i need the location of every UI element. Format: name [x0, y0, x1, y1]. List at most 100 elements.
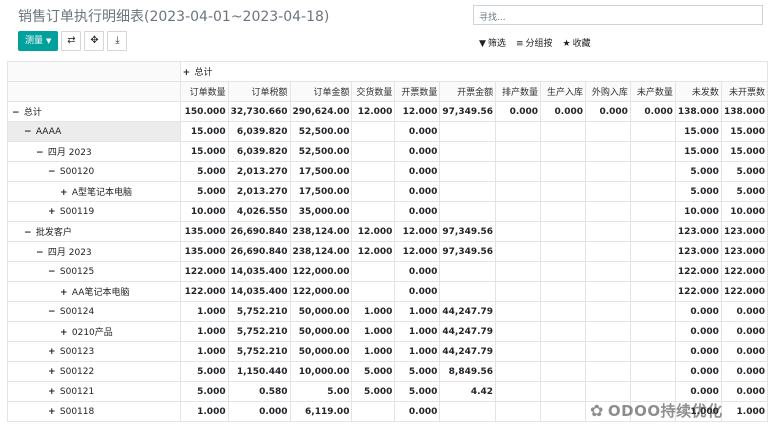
pivot-cell[interactable] — [584, 161, 631, 182]
pivot-cell[interactable] — [540, 401, 586, 422]
pivot-cell[interactable]: 1.000 — [179, 341, 229, 362]
pivot-cell[interactable]: 122,000.00 — [289, 261, 353, 282]
pivot-cell[interactable]: 135.000 — [179, 241, 229, 262]
pivot-cell[interactable] — [540, 261, 586, 282]
pivot-cell[interactable]: 0.000 — [629, 101, 676, 122]
measure-header[interactable]: 订单税额 — [227, 81, 291, 102]
pivot-cell[interactable]: 6,119.00 — [289, 401, 353, 422]
search-input[interactable]: 寻找... — [473, 5, 763, 25]
pivot-cell[interactable] — [351, 141, 396, 162]
pivot-cell[interactable]: 0.000 — [495, 101, 542, 122]
pivot-cell[interactable] — [584, 381, 631, 402]
pivot-cell[interactable]: 122.000 — [179, 281, 229, 302]
pivot-cell[interactable]: 5.000 — [394, 361, 441, 382]
pivot-cell[interactable]: 1.000 — [179, 321, 229, 342]
pivot-cell[interactable]: 122.000 — [674, 261, 722, 282]
col-header-total[interactable]: + 总计 — [179, 61, 768, 82]
pivot-cell[interactable]: 1.000 — [720, 401, 768, 422]
pivot-cell[interactable] — [495, 381, 542, 402]
pivot-cell[interactable]: 14,035.400 — [227, 281, 291, 302]
pivot-cell[interactable]: 2,013.270 — [227, 161, 291, 182]
pivot-cell[interactable]: 122.000 — [179, 261, 229, 282]
pivot-cell[interactable] — [351, 181, 396, 202]
pivot-cell[interactable] — [584, 121, 631, 142]
pivot-cell[interactable]: 5.000 — [394, 381, 441, 402]
pivot-cell[interactable]: 290,624.00 — [289, 101, 353, 122]
pivot-cell[interactable] — [629, 301, 676, 322]
pivot-cell[interactable] — [540, 321, 586, 342]
pivot-cell[interactable] — [629, 141, 676, 162]
pivot-cell[interactable] — [629, 201, 676, 222]
pivot-cell[interactable]: 5.000 — [179, 381, 229, 402]
row-header[interactable]: − AAAA — [7, 121, 181, 142]
pivot-cell[interactable] — [540, 201, 586, 222]
pivot-cell[interactable] — [540, 281, 586, 302]
pivot-cell[interactable]: 10,000.00 — [289, 361, 353, 382]
pivot-cell[interactable] — [584, 221, 631, 242]
pivot-cell[interactable]: 12.000 — [394, 241, 441, 262]
pivot-cell[interactable]: 0.000 — [584, 101, 631, 122]
pivot-cell[interactable]: 122.000 — [720, 281, 768, 302]
pivot-cell[interactable]: 123.000 — [720, 221, 768, 242]
pivot-cell[interactable]: 6,039.820 — [227, 141, 291, 162]
pivot-cell[interactable] — [540, 381, 586, 402]
row-header[interactable]: + A型笔记本电脑 — [7, 181, 181, 202]
pivot-cell[interactable] — [584, 301, 631, 322]
pivot-cell[interactable] — [495, 401, 542, 422]
pivot-cell[interactable]: 1.000 — [394, 301, 441, 322]
row-header[interactable]: − 总计 — [7, 101, 181, 122]
pivot-cell[interactable]: 238,124.00 — [289, 241, 353, 262]
row-header[interactable]: + S00122 — [7, 361, 181, 382]
pivot-cell[interactable]: 12.000 — [351, 241, 396, 262]
pivot-cell[interactable]: 0.000 — [394, 141, 441, 162]
expand-all-button[interactable]: ✥ — [84, 31, 105, 51]
row-header[interactable]: + 0210产品 — [7, 321, 181, 342]
pivot-cell[interactable]: 5.000 — [674, 161, 722, 182]
pivot-cell[interactable]: 1,150.440 — [227, 361, 291, 382]
pivot-cell[interactable] — [495, 221, 542, 242]
pivot-cell[interactable]: 97,349.56 — [439, 101, 497, 122]
pivot-cell[interactable]: 44,247.79 — [439, 321, 497, 342]
pivot-cell[interactable] — [439, 161, 497, 182]
pivot-cell[interactable]: 15.000 — [179, 121, 229, 142]
pivot-cell[interactable]: 12.000 — [394, 221, 441, 242]
pivot-cell[interactable] — [540, 161, 586, 182]
pivot-cell[interactable] — [540, 141, 586, 162]
pivot-cell[interactable]: 50,000.00 — [289, 341, 353, 362]
pivot-cell[interactable]: 0.000 — [720, 321, 768, 342]
pivot-cell[interactable] — [540, 341, 586, 362]
pivot-cell[interactable] — [495, 361, 542, 382]
pivot-cell[interactable]: 10.000 — [179, 201, 229, 222]
pivot-cell[interactable]: 150.000 — [179, 101, 229, 122]
measure-header[interactable]: 排产数量 — [495, 81, 542, 102]
pivot-cell[interactable]: 15.000 — [720, 121, 768, 142]
pivot-cell[interactable]: 32,730.660 — [227, 101, 291, 122]
pivot-cell[interactable] — [495, 201, 542, 222]
pivot-cell[interactable] — [439, 401, 497, 422]
pivot-cell[interactable]: 1.000 — [351, 301, 396, 322]
pivot-cell[interactable] — [495, 301, 542, 322]
pivot-cell[interactable]: 12.000 — [351, 101, 396, 122]
pivot-cell[interactable] — [439, 261, 497, 282]
pivot-cell[interactable]: 2,013.270 — [227, 181, 291, 202]
pivot-cell[interactable] — [629, 381, 676, 402]
measure-header[interactable]: 开票数量 — [394, 81, 441, 102]
pivot-cell[interactable]: 0.000 — [720, 381, 768, 402]
pivot-cell[interactable] — [629, 221, 676, 242]
pivot-cell[interactable]: 123.000 — [674, 241, 722, 262]
pivot-cell[interactable] — [439, 181, 497, 202]
pivot-cell[interactable]: 0.000 — [394, 121, 441, 142]
measure-header[interactable]: 未产数量 — [629, 81, 676, 102]
pivot-cell[interactable]: 10.000 — [674, 201, 722, 222]
pivot-cell[interactable]: 1.000 — [179, 401, 229, 422]
pivot-cell[interactable] — [584, 341, 631, 362]
pivot-cell[interactable]: 15.000 — [674, 121, 722, 142]
pivot-cell[interactable] — [540, 221, 586, 242]
pivot-cell[interactable]: 122.000 — [720, 261, 768, 282]
pivot-cell[interactable] — [439, 121, 497, 142]
measure-header[interactable]: 开票金额 — [439, 81, 497, 102]
pivot-cell[interactable]: 44,247.79 — [439, 341, 497, 362]
pivot-cell[interactable]: 0.000 — [394, 161, 441, 182]
pivot-cell[interactable]: 15.000 — [179, 141, 229, 162]
row-header[interactable]: − 批发客户 — [7, 221, 181, 242]
